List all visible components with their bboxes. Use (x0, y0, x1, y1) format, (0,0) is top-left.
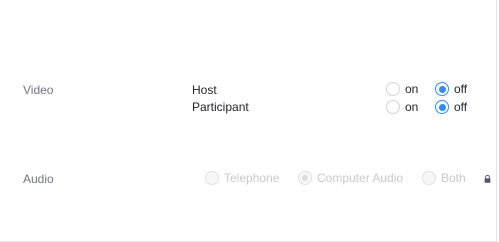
lock-icon (484, 175, 491, 183)
audio-computer-audio-label: Computer Audio (317, 171, 404, 185)
audio-telephone-option[interactable]: Telephone (205, 171, 279, 185)
audio-both-option[interactable]: Both (422, 171, 466, 185)
audio-telephone-radio[interactable] (205, 171, 219, 185)
participant-video-off-option[interactable]: off (435, 100, 467, 114)
participant-video-label: Participant (192, 100, 249, 114)
host-video-on-radio[interactable] (386, 82, 400, 96)
audio-both-label: Both (441, 171, 466, 185)
host-video-off-option[interactable]: off (435, 82, 467, 96)
host-video-label: Host (192, 83, 217, 97)
audio-telephone-label: Telephone (224, 171, 280, 185)
meeting-settings-panel: Video Host on off Participant on off Aud… (0, 0, 497, 242)
participant-video-off-label: off (454, 100, 468, 114)
host-video-off-label: off (454, 82, 468, 96)
participant-video-on-option[interactable]: on (386, 100, 418, 114)
host-video-on-option[interactable]: on (386, 82, 418, 96)
audio-both-radio[interactable] (422, 171, 436, 185)
host-video-off-radio[interactable] (435, 82, 449, 96)
participant-video-on-radio[interactable] (386, 100, 400, 114)
video-section-label: Video (23, 83, 54, 97)
participant-video-off-radio[interactable] (435, 100, 449, 114)
audio-computer-audio-option[interactable]: Computer Audio (298, 171, 403, 185)
audio-computer-audio-radio[interactable] (298, 171, 312, 185)
participant-video-on-label: on (405, 100, 419, 114)
host-video-on-label: on (405, 82, 419, 96)
audio-section-label: Audio (23, 172, 54, 186)
